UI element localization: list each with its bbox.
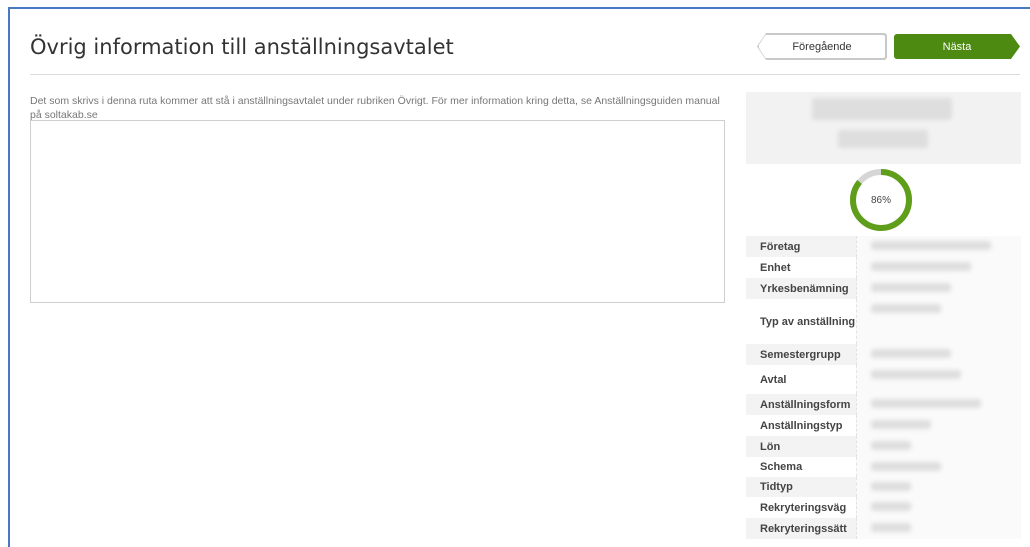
progress-percent: 86% — [870, 194, 891, 206]
summary-field-label: Företag — [746, 236, 856, 257]
redacted-value — [871, 462, 941, 471]
summary-row: Rekryteringsväg — [746, 497, 1021, 518]
summary-row: Enhet — [746, 257, 1021, 278]
redacted-value — [871, 262, 971, 271]
redacted-value — [871, 370, 961, 379]
redacted-value — [871, 523, 911, 532]
summary-field-label: Avtal — [746, 365, 856, 394]
redacted-value — [871, 420, 931, 429]
summary-field-label: Anställningsform — [746, 394, 856, 415]
summary-field-label: Rekryteringsväg — [746, 497, 856, 518]
previous-button[interactable]: Föregående — [758, 34, 886, 59]
summary-field-value-redacted — [856, 497, 1021, 518]
completion-progress: 86% — [746, 164, 1021, 236]
summary-field-value-redacted — [856, 457, 1021, 477]
summary-field-value-redacted — [856, 415, 1021, 436]
summary-field-value-redacted — [856, 299, 1021, 344]
summary-row: Företag — [746, 236, 1021, 257]
summary-field-label: Lön — [746, 436, 856, 457]
summary-field-label: Rekryteringssätt — [746, 518, 856, 539]
summary-field-label: Semestergrupp — [746, 344, 856, 365]
summary-row: Rekryteringssätt — [746, 518, 1021, 539]
employee-name-redacted — [812, 98, 952, 120]
summary-field-label: Typ av anställning — [746, 299, 856, 344]
summary-field-value-redacted — [856, 278, 1021, 299]
page-title: Övrig information till anställningsavtal… — [30, 35, 454, 59]
summary-row: Tidtyp — [746, 477, 1021, 497]
summary-field-label: Tidtyp — [746, 477, 856, 497]
redacted-value — [871, 441, 911, 450]
redacted-value — [871, 502, 911, 511]
summary-field-label: Yrkesbenämning — [746, 278, 856, 299]
summary-field-label: Anställningstyp — [746, 415, 856, 436]
summary-field-value-redacted — [856, 257, 1021, 278]
summary-panel: 86% Företag Enhet Yrkesbenämning Typ av ans… — [746, 92, 1021, 539]
summary-row: Schema — [746, 457, 1021, 477]
summary-field-label: Schema — [746, 457, 856, 477]
notes-textarea[interactable] — [30, 120, 725, 303]
summary-field-value-redacted — [856, 518, 1021, 539]
summary-row: Typ av anställning — [746, 299, 1021, 344]
summary-row: Anställningstyp — [746, 415, 1021, 436]
notes-help-text: Det som skrivs i denna ruta kommer att s… — [30, 95, 720, 121]
summary-row: Yrkesbenämning — [746, 278, 1021, 299]
summary-fields: Företag Enhet Yrkesbenämning Typ av anställ… — [746, 236, 1021, 539]
redacted-value — [871, 399, 981, 408]
redacted-value — [871, 241, 991, 250]
summary-field-label: Enhet — [746, 257, 856, 278]
summary-field-value-redacted — [856, 344, 1021, 365]
summary-row: Semestergrupp — [746, 344, 1021, 365]
summary-field-value-redacted — [856, 477, 1021, 497]
redacted-value — [871, 482, 911, 491]
employee-header — [746, 92, 1021, 164]
redacted-value — [871, 283, 951, 292]
title-divider — [30, 74, 1020, 75]
next-button[interactable]: Nästa — [894, 34, 1020, 59]
summary-field-value-redacted — [856, 436, 1021, 457]
summary-field-value-redacted — [856, 394, 1021, 415]
summary-row: Avtal — [746, 365, 1021, 394]
employee-id-redacted — [838, 130, 928, 148]
summary-field-value-redacted — [856, 236, 1021, 257]
redacted-value — [871, 349, 951, 358]
summary-row: Lön — [746, 436, 1021, 457]
summary-field-value-redacted — [856, 365, 1021, 394]
summary-row: Anställningsform — [746, 394, 1021, 415]
redacted-value — [871, 304, 941, 313]
